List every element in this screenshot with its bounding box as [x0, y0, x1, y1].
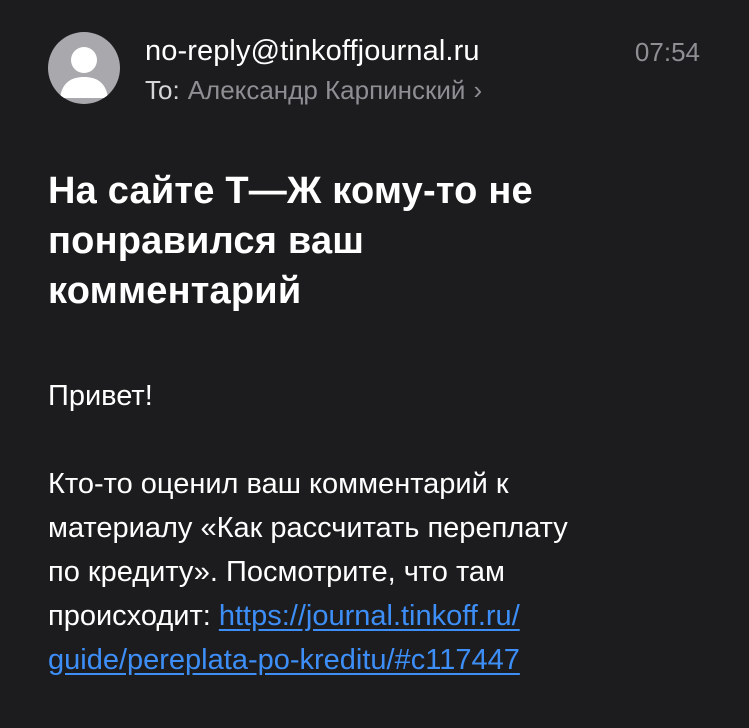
- to-label: To:: [145, 75, 180, 105]
- subject-line: комментарий: [48, 270, 302, 312]
- subject-line: На сайте Т—Ж кому-то не: [48, 170, 533, 212]
- paragraph-line: guide/pereplata-po-kreditu/#c117447: [48, 638, 728, 682]
- article-link[interactable]: https://journal.tinkoff.ru/: [219, 600, 520, 632]
- paragraph-line: происходит: https://journal.tinkoff.ru/: [48, 594, 728, 638]
- message-time: 07:54: [634, 37, 700, 67]
- greeting-text: Привет!: [48, 380, 153, 412]
- message-body: Привет! Кто-то оценил ваш комментарий к …: [48, 374, 728, 682]
- chevron-right-icon[interactable]: ›: [473, 75, 482, 105]
- subject-line: понравился ваш: [48, 220, 365, 262]
- message-header: no-reply@tinkoffjournal.ru 07:54 To: Алек…: [48, 30, 708, 110]
- person-icon: [60, 47, 108, 98]
- recipient-name[interactable]: Александр Карпинский: [188, 75, 466, 105]
- body-paragraph: Кто-то оценил ваш комментарий к материал…: [48, 462, 728, 682]
- article-link-continued[interactable]: guide/pereplata-po-kreditu/#c117447: [48, 644, 520, 676]
- sender-address[interactable]: no-reply@tinkoffjournal.ru: [145, 34, 480, 68]
- link-prefix-text: происходит:: [48, 600, 219, 632]
- recipient-row[interactable]: To: Александр Карпинский ›: [145, 74, 482, 106]
- message-subject: На сайте Т—Ж кому-то не понравился ваш к…: [48, 166, 708, 316]
- paragraph-line: материалу «Как рассчитать переплату: [48, 512, 568, 544]
- sender-avatar[interactable]: [48, 32, 120, 104]
- paragraph-line: по кредиту». Посмотрите, что там: [48, 556, 505, 588]
- paragraph-line: Кто-то оценил ваш комментарий к: [48, 468, 509, 500]
